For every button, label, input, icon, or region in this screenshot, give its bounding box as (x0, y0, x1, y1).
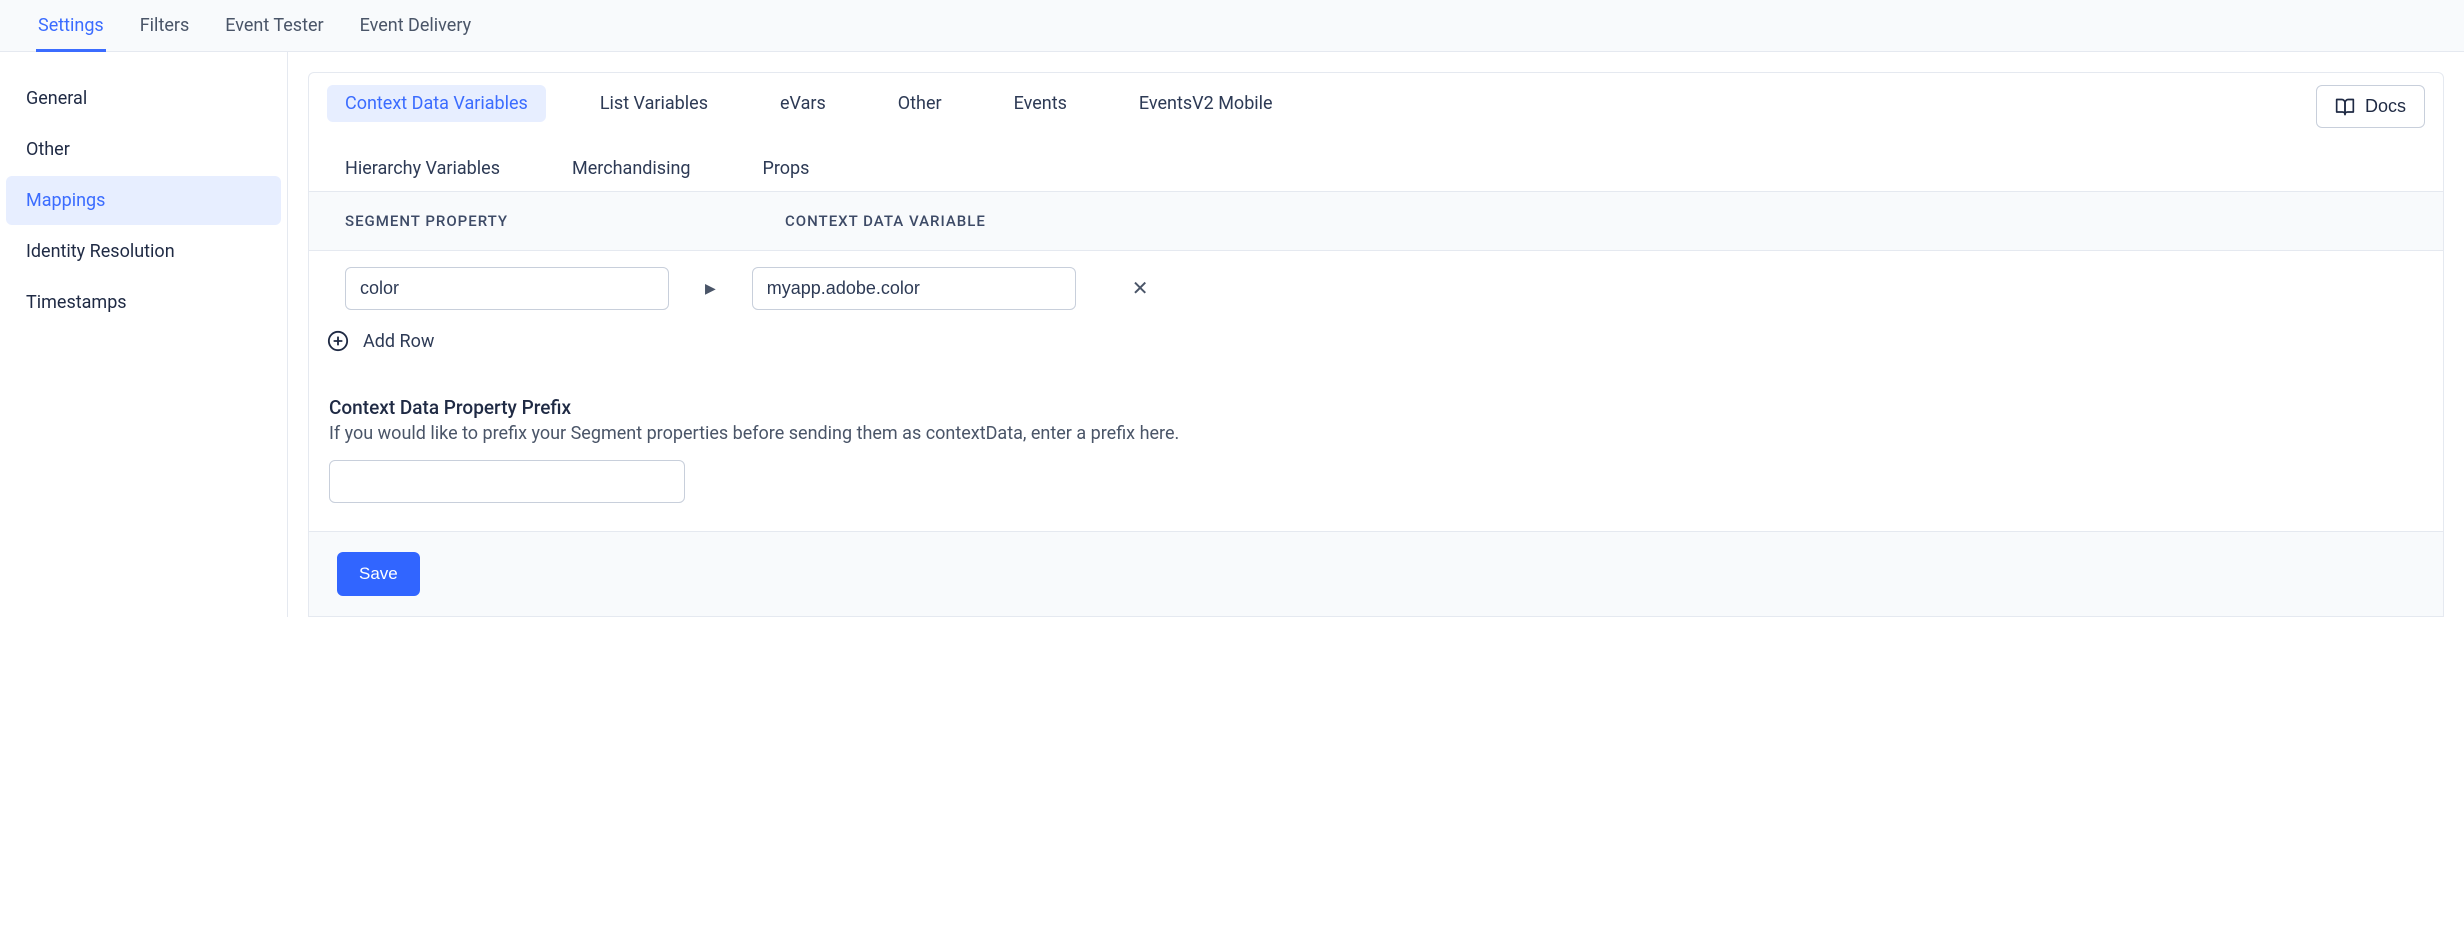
pill-merchandising[interactable]: Merchandising (554, 150, 709, 187)
main-content: Context Data Variables List Variables eV… (288, 52, 2464, 617)
pill-props[interactable]: Props (745, 150, 828, 187)
remove-row-button[interactable]: ✕ (1124, 272, 1157, 305)
add-row-button[interactable]: Add Row (309, 318, 2443, 376)
mapping-row: ▶ ✕ (309, 251, 2443, 318)
pill-list-variables[interactable]: List Variables (582, 85, 726, 122)
tab-event-tester[interactable]: Event Tester (223, 0, 325, 52)
sidebar-item-other[interactable]: Other (6, 125, 281, 174)
plus-circle-icon (327, 330, 349, 352)
docs-button[interactable]: Docs (2316, 85, 2425, 128)
book-icon (2335, 97, 2355, 117)
pill-evars[interactable]: eVars (762, 85, 844, 122)
sidebar-item-mappings[interactable]: Mappings (6, 176, 281, 225)
add-row-label: Add Row (363, 331, 434, 352)
footer-bar: Save (309, 531, 2443, 616)
sidebar: General Other Mappings Identity Resoluti… (0, 52, 288, 617)
pill-hierarchy-variables[interactable]: Hierarchy Variables (327, 150, 518, 187)
pill-events[interactable]: Events (996, 85, 1085, 122)
sidebar-item-identity-resolution[interactable]: Identity Resolution (6, 227, 281, 276)
panel-header: Context Data Variables List Variables eV… (309, 73, 2443, 192)
tab-settings[interactable]: Settings (36, 0, 106, 52)
prefix-description: If you would like to prefix your Segment… (329, 423, 2423, 444)
top-tabs: Settings Filters Event Tester Event Deli… (0, 0, 2464, 52)
prefix-title: Context Data Property Prefix (329, 396, 2423, 419)
segment-property-header: SEGMENT PROPERTY (345, 212, 705, 230)
context-data-variable-input[interactable] (752, 267, 1076, 310)
arrow-right-icon: ▶ (705, 281, 716, 297)
context-data-variable-header: CONTEXT DATA VARIABLE (785, 212, 986, 230)
sidebar-item-timestamps[interactable]: Timestamps (6, 278, 281, 327)
tab-event-delivery[interactable]: Event Delivery (358, 0, 473, 52)
segment-property-input[interactable] (345, 267, 669, 310)
close-icon: ✕ (1132, 278, 1149, 300)
prefix-input[interactable] (329, 460, 685, 503)
column-headers: SEGMENT PROPERTY CONTEXT DATA VARIABLE (309, 192, 2443, 251)
docs-label: Docs (2365, 96, 2406, 117)
pill-other[interactable]: Other (880, 85, 960, 122)
sidebar-item-general[interactable]: General (6, 74, 281, 123)
mappings-panel: Context Data Variables List Variables eV… (308, 72, 2444, 617)
mapping-type-tabs: Context Data Variables List Variables eV… (327, 85, 1427, 187)
pill-context-data-variables[interactable]: Context Data Variables (327, 85, 546, 122)
save-button[interactable]: Save (337, 552, 420, 596)
pill-eventsv2-mobile[interactable]: EventsV2 Mobile (1121, 85, 1291, 122)
tab-filters[interactable]: Filters (138, 0, 192, 52)
prefix-section: Context Data Property Prefix If you woul… (309, 376, 2443, 531)
